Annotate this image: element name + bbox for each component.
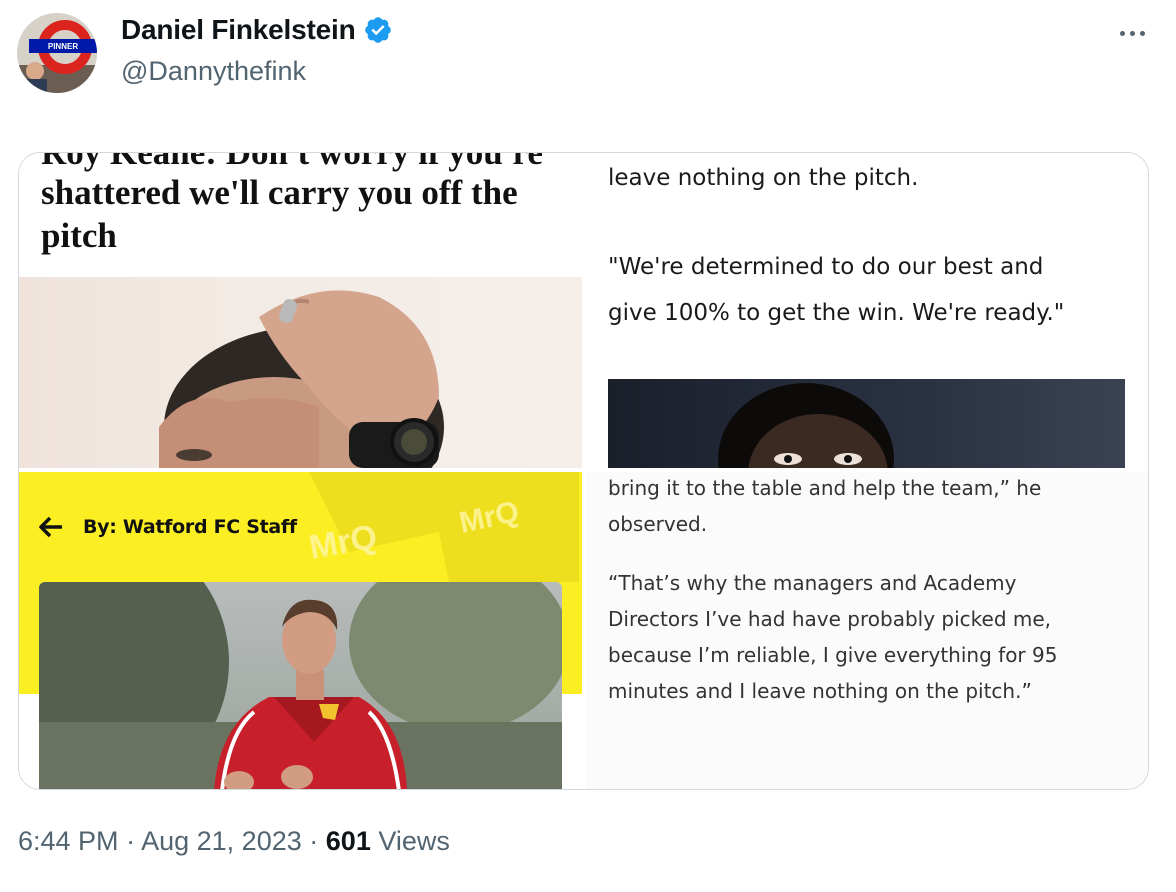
quote-bottom-line-3: “That’s why the managers and Academy [608,571,1017,595]
media-watford-article[interactable]: MrQ MrQ By: Watford FC Staff [19,472,582,789]
training-photo [39,582,562,789]
quote-bottom-line-1: bring it to the table and help the team,… [608,476,1042,500]
quote-top-line-1: leave nothing on the pitch. [608,165,919,191]
author-row: Daniel Finkelstein [121,14,393,46]
byline: By: Watford FC Staff [39,516,297,538]
media-quote-top[interactable]: leave nothing on the pitch. "We're deter… [586,153,1148,468]
quote-bottom-line-4: Directors I’ve had have probably picked … [608,607,1052,631]
more-options-icon[interactable] [1112,18,1152,48]
grid-divider-horizontal [19,468,1148,472]
views-label[interactable]: Views [378,826,450,856]
meta-separator: · [126,826,136,856]
quote-top-line-2: "We're determined to do our best and [608,254,1044,280]
media-times-article[interactable]: Roy Keane: Don't worry if you're shatter… [19,153,582,468]
keane-photo [19,277,582,468]
verified-badge-icon [365,17,392,43]
faded-sponsor-1: MrQ [306,518,380,567]
views-count[interactable]: 601 [326,826,371,856]
author-handle[interactable]: @Dannythefink [121,56,306,87]
avatar-image: PINNER [17,13,97,93]
headline-cut-line: Roy Keane: Don't worry if you're [41,153,543,173]
meta-separator: · [309,826,319,856]
avatar[interactable]: PINNER [17,13,97,93]
tweet-meta: 6:44 PM · Aug 21, 2023 · 601 Views [18,826,450,857]
quote-bottom-line-5: because I’m reliable, I give everything … [608,643,1058,667]
quote-bottom-line-2: observed. [608,512,708,536]
quote-top-line-3: give 100% to get the win. We're ready." [608,300,1065,326]
arrow-left-icon[interactable] [39,516,63,538]
byline-text: By: Watford FC Staff [83,516,297,538]
player-photo-dark [608,379,1125,468]
author-name[interactable]: Daniel Finkelstein [121,14,356,46]
quote-bottom-line-6: minutes and I leave nothing on the pitch… [608,679,1032,703]
tweet-time[interactable]: 6:44 PM [18,826,119,856]
media-grid[interactable]: Roy Keane: Don't worry if you're shatter… [18,152,1149,790]
media-quote-bottom[interactable]: bring it to the table and help the team,… [586,472,1148,789]
avatar-sign-text: PINNER [48,42,78,51]
tweet-date[interactable]: Aug 21, 2023 [141,826,302,856]
headline: shattered we'll carry you off the pitch [41,173,518,255]
